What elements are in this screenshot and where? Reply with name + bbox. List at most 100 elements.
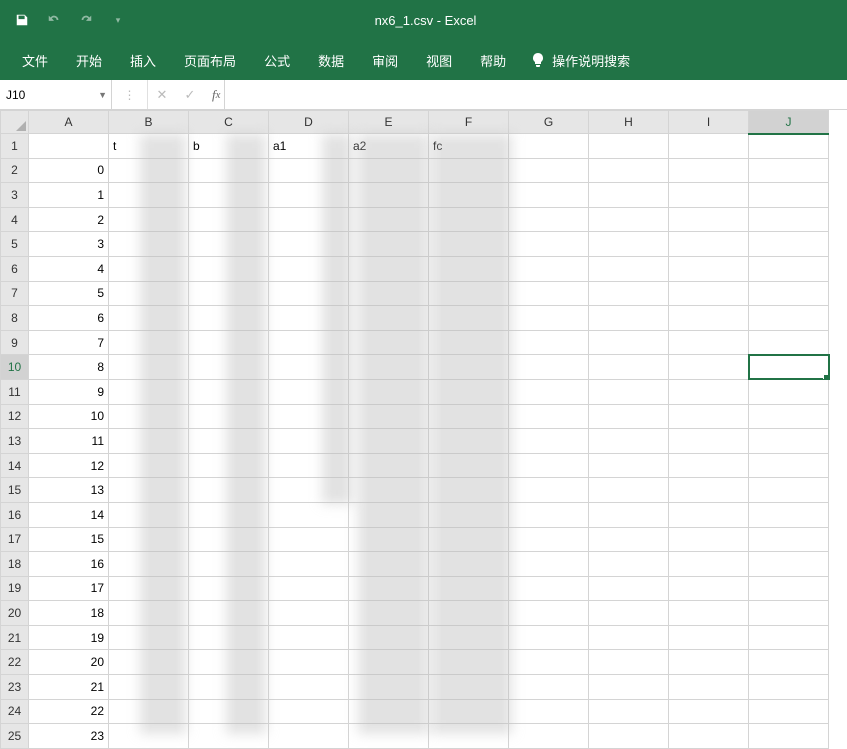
cell[interactable] <box>269 256 349 281</box>
cell[interactable] <box>509 404 589 429</box>
cell[interactable] <box>109 724 189 749</box>
cell[interactable] <box>349 478 429 503</box>
cell[interactable] <box>589 183 669 208</box>
cell[interactable] <box>589 453 669 478</box>
cell[interactable]: a1 <box>269 134 349 159</box>
cell[interactable]: fc <box>429 134 509 159</box>
cell[interactable] <box>109 453 189 478</box>
cell[interactable] <box>349 601 429 626</box>
cell[interactable] <box>589 724 669 749</box>
cell[interactable] <box>269 576 349 601</box>
cell[interactable] <box>349 625 429 650</box>
cell[interactable] <box>509 158 589 183</box>
cell[interactable] <box>349 699 429 724</box>
cell[interactable]: 23 <box>29 724 109 749</box>
row-header[interactable]: 15 <box>1 478 29 503</box>
cell[interactable] <box>509 724 589 749</box>
cell[interactable] <box>189 207 269 232</box>
cell[interactable] <box>189 404 269 429</box>
cell[interactable] <box>189 650 269 675</box>
cell[interactable] <box>749 527 829 552</box>
cell[interactable] <box>749 207 829 232</box>
cell[interactable] <box>589 256 669 281</box>
cell[interactable] <box>509 601 589 626</box>
col-header-A[interactable]: A <box>29 111 109 134</box>
spreadsheet-grid[interactable]: A B C D E F G H I J 1tba1a2fc20314253647… <box>0 110 829 749</box>
cell[interactable] <box>429 527 509 552</box>
cell[interactable] <box>109 527 189 552</box>
cell[interactable] <box>109 552 189 577</box>
cell[interactable]: 13 <box>29 478 109 503</box>
cell[interactable] <box>749 601 829 626</box>
cell[interactable] <box>589 552 669 577</box>
cell[interactable] <box>589 478 669 503</box>
cell[interactable] <box>589 601 669 626</box>
cell[interactable] <box>669 330 749 355</box>
cell[interactable] <box>749 183 829 208</box>
cell[interactable] <box>109 232 189 257</box>
row-header[interactable]: 1 <box>1 134 29 159</box>
cell[interactable] <box>669 675 749 700</box>
cell[interactable]: t <box>109 134 189 159</box>
cell[interactable] <box>749 404 829 429</box>
tab-view[interactable]: 视图 <box>412 40 466 80</box>
cell[interactable] <box>509 552 589 577</box>
row-header[interactable]: 25 <box>1 724 29 749</box>
cell[interactable] <box>589 379 669 404</box>
cell[interactable] <box>189 158 269 183</box>
cell[interactable] <box>109 650 189 675</box>
cell[interactable] <box>509 134 589 159</box>
cell[interactable] <box>589 576 669 601</box>
cell[interactable] <box>189 625 269 650</box>
cell[interactable] <box>349 281 429 306</box>
fx-icon[interactable]: fx <box>204 87 224 103</box>
cell[interactable] <box>349 158 429 183</box>
cell[interactable] <box>509 576 589 601</box>
cell[interactable] <box>429 699 509 724</box>
cell[interactable]: 22 <box>29 699 109 724</box>
row-header[interactable]: 24 <box>1 699 29 724</box>
cell[interactable] <box>429 281 509 306</box>
cell[interactable] <box>509 429 589 454</box>
cell[interactable] <box>189 232 269 257</box>
cell[interactable] <box>189 601 269 626</box>
cell[interactable] <box>109 576 189 601</box>
cell[interactable] <box>509 281 589 306</box>
row-header[interactable]: 11 <box>1 379 29 404</box>
cell[interactable] <box>669 478 749 503</box>
cell[interactable] <box>349 404 429 429</box>
cell[interactable] <box>749 724 829 749</box>
cell[interactable] <box>509 625 589 650</box>
col-header-J[interactable]: J <box>749 111 829 134</box>
cell[interactable] <box>269 650 349 675</box>
cell[interactable] <box>669 306 749 331</box>
cell[interactable] <box>189 330 269 355</box>
cell[interactable] <box>509 675 589 700</box>
cell[interactable] <box>269 330 349 355</box>
cell[interactable] <box>749 379 829 404</box>
tab-formulas[interactable]: 公式 <box>250 40 304 80</box>
cell[interactable] <box>109 625 189 650</box>
cell[interactable] <box>589 404 669 429</box>
cell[interactable] <box>669 724 749 749</box>
cell[interactable] <box>429 379 509 404</box>
cell[interactable] <box>749 134 829 159</box>
cell[interactable] <box>189 379 269 404</box>
cell[interactable] <box>349 232 429 257</box>
cell[interactable] <box>749 429 829 454</box>
qat-customize-button[interactable]: ▾ <box>104 6 132 34</box>
row-header[interactable]: 21 <box>1 625 29 650</box>
cell[interactable] <box>109 355 189 380</box>
row-header[interactable]: 17 <box>1 527 29 552</box>
row-header[interactable]: 5 <box>1 232 29 257</box>
cell[interactable] <box>429 675 509 700</box>
cell[interactable] <box>669 183 749 208</box>
cell[interactable] <box>349 724 429 749</box>
cell[interactable] <box>589 625 669 650</box>
cell[interactable] <box>109 330 189 355</box>
cell[interactable] <box>189 306 269 331</box>
cell[interactable] <box>269 429 349 454</box>
cell[interactable] <box>349 502 429 527</box>
row-header[interactable]: 16 <box>1 502 29 527</box>
cell[interactable]: 19 <box>29 625 109 650</box>
